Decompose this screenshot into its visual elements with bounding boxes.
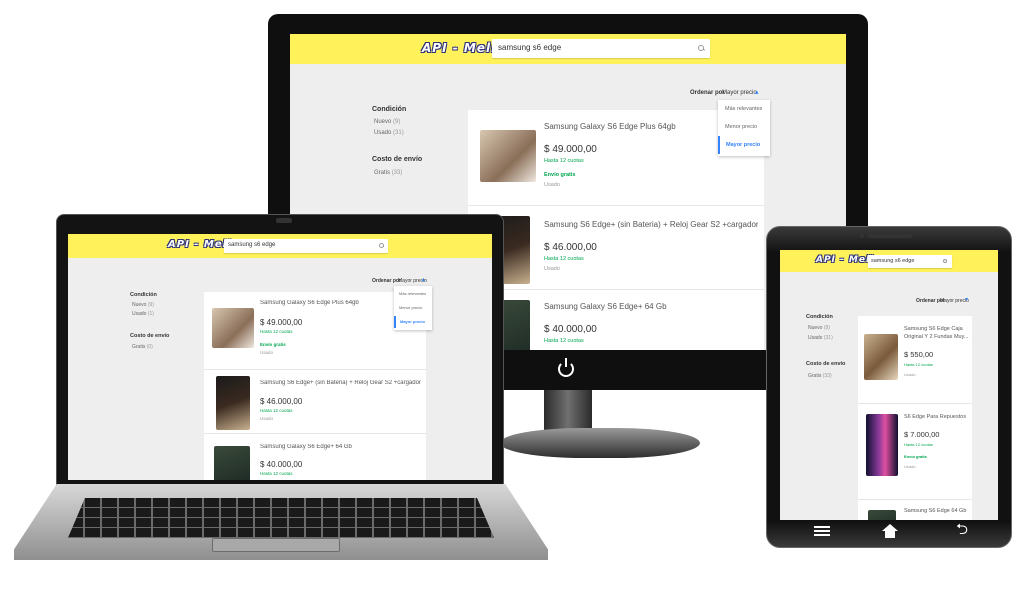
filter-shipping-title: Costo de envío <box>372 156 423 163</box>
product-condition: Usado <box>904 372 916 377</box>
product-image[interactable] <box>864 334 898 380</box>
search-icon[interactable] <box>698 45 704 51</box>
list-item[interactable]: Samsung S6 Edge+ (sin Bateria) + Reloj G… <box>204 370 426 434</box>
results-list: Samsung S6 Edge Caja Original Y 2 Fundas… <box>858 316 972 520</box>
list-item[interactable]: S6 Edge Para Repuestos $ 7.000,00 Hasta … <box>858 404 972 500</box>
product-price: $ 46.000,00 <box>260 397 303 406</box>
home-icon[interactable] <box>882 524 898 538</box>
search-input[interactable]: samsung s6 edge <box>868 255 952 268</box>
sort-label: Ordenar por <box>690 90 725 96</box>
product-title[interactable]: Samsung Galaxy S6 Edge+ 64 Gb <box>260 444 422 450</box>
sort-option-low[interactable]: Menor precio <box>394 305 432 310</box>
sort-dropdown: Más relevantes Menor precio Mayor precio <box>718 100 770 156</box>
product-title-line2[interactable]: Original Y 2 Fundas Muy... <box>904 334 970 340</box>
chevron-down-icon[interactable]: ▾ <box>965 296 968 303</box>
sort-select[interactable]: Mayor precio <box>722 90 757 96</box>
app-header: API - Meli samsung s6 edge <box>780 250 998 272</box>
search-input[interactable]: samsung s6 edge <box>492 39 710 58</box>
filter-nuevo[interactable]: Nuevo (9) <box>808 325 830 331</box>
filter-condition-title: Condición <box>372 106 407 113</box>
filter-gratis[interactable]: Gratis (0) <box>132 344 153 350</box>
search-text: samsung s6 edge <box>498 43 562 52</box>
chevron-up-icon[interactable]: ▴ <box>422 276 425 283</box>
filter-shipping-title: Costo de envío <box>806 361 846 367</box>
back-icon[interactable]: ⮌ <box>956 522 968 537</box>
filter-usado[interactable]: Usado (1) <box>132 311 154 317</box>
camera-icon <box>860 234 864 238</box>
product-installments: Hasta 12 cuotas <box>544 158 584 164</box>
product-condition: Usado <box>260 416 274 421</box>
tablet-device: ⮌ API - Meli samsung s6 edge Ordenar por… <box>766 226 1012 550</box>
laptop-screen: API - Meli samsung s6 edge Ordenar por M… <box>68 234 492 480</box>
filter-condition-title: Condición <box>130 292 157 298</box>
filter-usado[interactable]: Usado (31) <box>808 335 833 341</box>
sort-option-relevant[interactable]: Más relevantes <box>394 291 432 296</box>
sort-label: Ordenar por <box>372 278 401 284</box>
app-header: API - Meli samsung s6 edge <box>68 234 492 258</box>
laptop-device: API - Meli samsung s6 edge Ordenar por M… <box>0 214 560 574</box>
product-title[interactable]: Samsung S6 Edge+ (sin Bateria) + Reloj G… <box>544 220 758 229</box>
product-title[interactable]: Samsung S6 Edge+ (sin Bateria) + Reloj G… <box>260 380 422 386</box>
product-condition: Usado <box>260 350 274 355</box>
filter-gratis[interactable]: Gratis (33) <box>808 373 832 379</box>
product-image[interactable] <box>866 414 898 476</box>
product-price: $ 550,00 <box>904 350 934 359</box>
filter-condition-title: Condición <box>806 314 833 320</box>
sort-dropdown: Más relevantes Menor precio Mayor precio <box>394 286 432 330</box>
app-header: API - Meli samsung s6 edge <box>290 34 846 64</box>
brand-logo[interactable]: API - Meli <box>816 255 874 265</box>
camera-icon <box>276 218 292 223</box>
product-title[interactable]: Samsung S6 Edge 64 Gb <box>904 508 970 514</box>
product-shipping: Envío gratis <box>544 172 576 178</box>
sort-option-high[interactable]: Mayor precio <box>394 316 432 328</box>
sort-option-relevant[interactable]: Más relevantes <box>718 106 770 112</box>
speaker-grille <box>868 234 912 238</box>
product-image[interactable] <box>214 446 250 480</box>
product-image[interactable] <box>868 510 896 520</box>
product-installments: Hasta 12 cuotas <box>260 471 293 476</box>
filter-nuevo[interactable]: Nuevo (9) <box>374 119 400 125</box>
filter-usado[interactable]: Usado (31) <box>374 130 404 136</box>
tablet-screen: API - Meli samsung s6 edge Ordenar por M… <box>780 250 998 520</box>
product-price: $ 40.000,00 <box>260 460 303 469</box>
product-image[interactable] <box>212 308 254 348</box>
product-installments: Hasta 12 cuotas <box>904 442 933 447</box>
sort-option-low[interactable]: Menor precio <box>718 124 770 130</box>
list-item[interactable]: Samsung S6 Edge 64 Gb <box>858 500 972 520</box>
product-installments: Hasta 12 cuotas <box>260 408 293 413</box>
product-title[interactable]: Samsung S6 Edge Caja <box>904 326 970 332</box>
list-item[interactable]: Samsung Galaxy S6 Edge+ 64 Gb $ 40.000,0… <box>204 434 426 480</box>
product-shipping: Envío gratis <box>260 342 286 347</box>
chevron-up-icon[interactable]: ▴ <box>755 88 759 96</box>
product-price: $ 7.000,00 <box>904 430 940 439</box>
product-installments: Hasta 12 cuotas <box>260 329 293 334</box>
results-list: Samsung Galaxy S6 Edge Plus 64gb $ 49.00… <box>204 292 426 480</box>
product-installments: Hasta 12 cuotas <box>904 362 933 367</box>
product-condition: Usado <box>904 464 916 469</box>
brand-logo[interactable]: API - Meli <box>422 41 496 55</box>
search-icon[interactable] <box>943 259 947 263</box>
product-price: $ 49.000,00 <box>260 318 303 327</box>
search-input[interactable]: samsung s6 edge <box>224 239 388 253</box>
product-condition: Usado <box>544 182 560 188</box>
list-item[interactable]: Samsung S6 Edge Caja Original Y 2 Fundas… <box>858 316 972 404</box>
product-image[interactable] <box>480 130 536 182</box>
touchpad[interactable] <box>212 538 340 552</box>
product-price: $ 49.000,00 <box>544 144 597 155</box>
filter-gratis[interactable]: Gratis (33) <box>374 170 402 176</box>
sort-option-high[interactable]: Mayor precio <box>718 136 770 154</box>
search-text: samsung s6 edge <box>871 258 915 264</box>
filter-shipping-title: Costo de envío <box>130 333 170 339</box>
search-text: samsung s6 edge <box>228 242 276 248</box>
brand-logo[interactable]: API - Meli <box>168 239 232 250</box>
list-item[interactable]: Samsung Galaxy S6 Edge Plus 64gb $ 49.00… <box>204 292 426 370</box>
product-title[interactable]: S6 Edge Para Repuestos <box>904 414 970 420</box>
search-icon[interactable] <box>379 243 384 248</box>
product-title[interactable]: Samsung Galaxy S6 Edge+ 64 Gb <box>544 302 758 311</box>
filter-nuevo[interactable]: Nuevo (9) <box>132 302 154 308</box>
product-shipping: Envío gratis <box>904 454 927 459</box>
product-image[interactable] <box>216 376 250 430</box>
